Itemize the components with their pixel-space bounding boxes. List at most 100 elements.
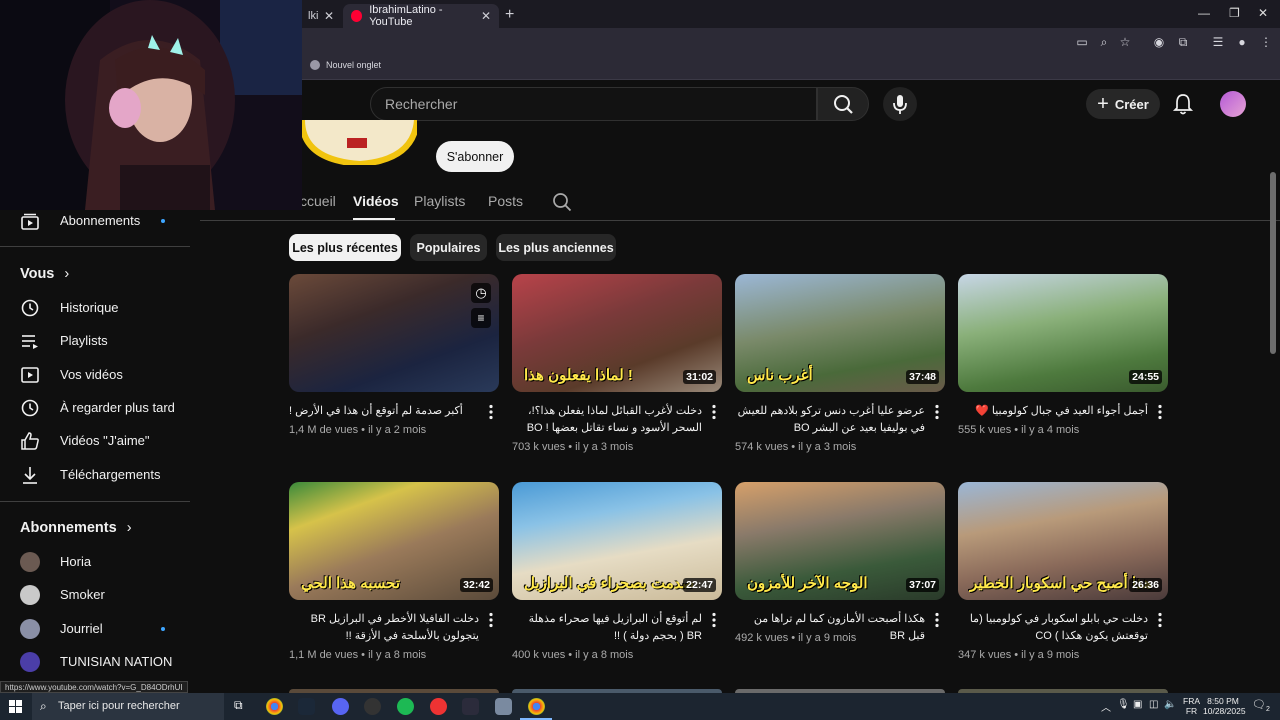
video-title[interactable]: عرضو عليا أغرب دنس تركو بلادهم للعيش في … [735, 403, 925, 437]
sidebar-item-history[interactable]: Historique [0, 291, 190, 324]
browser-tab[interactable]: lki ✕ [300, 4, 342, 28]
video-duration: 37:48 [906, 370, 939, 384]
watch-later-icon[interactable]: ◷ [471, 283, 491, 303]
video-thumbnail[interactable]: أغرب ناس 37:48 [735, 274, 945, 392]
extension-icon[interactable]: ◉ [1151, 34, 1167, 50]
browser-tab-active[interactable]: IbrahimLatino - YouTube ✕ [343, 4, 499, 28]
channel-search-icon[interactable] [552, 192, 572, 212]
steam-app-icon[interactable] [298, 698, 315, 715]
more-actions-icon[interactable] [710, 404, 718, 420]
sidebar-sub-smoker[interactable]: Smoker [0, 578, 190, 611]
account-avatar[interactable] [1220, 91, 1246, 117]
app-icon[interactable] [462, 698, 479, 715]
video-thumbnail[interactable]: ◷ ≡ [289, 274, 499, 392]
video-thumbnail[interactable]: الوجه الآخر للأمزون 37:07 [735, 482, 945, 600]
sidebar-item-liked-videos[interactable]: Vidéos "J'aime" [0, 424, 190, 457]
sidebar-subscriptions-header[interactable]: Abonnements › [20, 520, 132, 536]
sidebar-item-label: Historique [60, 300, 119, 315]
zoom-icon[interactable]: ⌕ [1096, 34, 1112, 50]
profile-icon[interactable]: ● [1234, 34, 1250, 50]
page-scrollbar[interactable] [1270, 172, 1276, 354]
more-actions-icon[interactable] [487, 404, 495, 420]
microphone-icon[interactable]: 🎙 [1117, 699, 1130, 710]
video-title[interactable]: دخلت لأغرب القبائل لماذا يفعلن هذا؟!، ال… [512, 403, 702, 437]
more-actions-icon[interactable] [1156, 404, 1164, 420]
network-icon[interactable]: ◫ [1149, 699, 1158, 710]
view-count: 555 k vues [958, 424, 1012, 436]
tab-posts[interactable]: Posts [488, 193, 523, 209]
voice-search-button[interactable] [883, 87, 917, 121]
chrome-app-icon-active[interactable] [528, 698, 545, 715]
sidebar-sub-horia[interactable]: Horia [0, 545, 190, 578]
add-to-queue-icon[interactable]: ≡ [471, 308, 491, 328]
record-app-icon[interactable] [430, 698, 447, 715]
more-actions-icon[interactable] [487, 612, 495, 628]
video-title[interactable]: أجمل أجواء العيد في جبال كولومبيا ❤️ [958, 403, 1148, 420]
taskbar-clock[interactable]: 8:50 PM 10/28/2025 [1203, 696, 1246, 716]
more-actions-icon[interactable] [1156, 612, 1164, 628]
sidebar-item-playlists[interactable]: Playlists [0, 324, 190, 357]
discord-app-icon[interactable] [332, 698, 349, 715]
obs-app-icon[interactable] [364, 698, 381, 715]
spotify-app-icon[interactable] [397, 698, 414, 715]
volume-icon[interactable]: 🔈 [1164, 699, 1176, 710]
extensions-puzzle-icon[interactable]: ⧉ [1175, 34, 1191, 50]
tab-playlists[interactable]: Playlists [414, 193, 465, 209]
sidebar-you-header[interactable]: Vous › [20, 266, 69, 282]
tray-chevron-up-icon[interactable]: ︿ [1101, 699, 1111, 714]
video-title[interactable]: أكبر صدمة لم أتوقع أن هذا في الأرض ! [289, 403, 479, 420]
chevron-right-icon: › [126, 520, 132, 536]
more-actions-icon[interactable] [933, 404, 941, 420]
task-view-icon[interactable]: ⧉ [234, 698, 243, 713]
link-status-url: https://www.youtube.com/watch?v=G_D84ODr… [0, 681, 188, 693]
create-button[interactable]: + Créer [1086, 89, 1160, 119]
sidebar-sub-jourriel[interactable]: Jourriel [0, 612, 190, 645]
sidebar-item-your-videos[interactable]: Vos vidéos [0, 358, 190, 391]
bookmark-new-tab[interactable]: Nouvel onglet [310, 60, 381, 70]
more-actions-icon[interactable] [710, 612, 718, 628]
chrome-app-icon[interactable] [266, 698, 283, 715]
file-explorer-icon[interactable] [495, 698, 512, 715]
video-meta: 703 k vues • il y a 3 mois [512, 441, 634, 453]
windows-start-icon[interactable] [9, 700, 22, 713]
video-thumbnail[interactable]: 24:55 [958, 274, 1168, 392]
chip-popular[interactable]: Populaires [410, 234, 487, 261]
browser-menu-icon[interactable]: ⋮ [1258, 34, 1274, 50]
bookmark-star-icon[interactable]: ☆ [1117, 34, 1133, 50]
taskbar-search-input[interactable]: Taper ici pour rechercher [32, 693, 224, 720]
search-input[interactable]: Rechercher [370, 87, 817, 121]
video-title[interactable]: دخلت الفافيلا الأخطر في البرازيل BR يتجو… [289, 611, 479, 645]
input-language[interactable]: FRA FR [1183, 696, 1200, 716]
reading-list-icon[interactable]: ☰ [1210, 34, 1226, 50]
upload-age: il y a 2 mois [368, 424, 427, 436]
sidebar-item-watch-later[interactable]: À regarder plus tard [0, 391, 190, 424]
restore-icon[interactable]: ❐ [1229, 6, 1240, 20]
chip-oldest[interactable]: Les plus anciennes [496, 234, 616, 261]
subscribe-button[interactable]: S'abonner [436, 141, 514, 172]
close-window-icon[interactable]: ✕ [1258, 6, 1268, 20]
tab-home[interactable]: ccueil [300, 193, 336, 209]
more-actions-icon[interactable] [933, 612, 941, 628]
new-tab-icon[interactable]: + [505, 6, 514, 24]
tab-videos[interactable]: Vidéos [353, 193, 399, 209]
video-title[interactable]: دخلت حي بابلو اسكوبار في كولومبيا (ما تو… [958, 611, 1148, 645]
video-meta: 492 k vues • il y a 9 mois [735, 632, 857, 644]
video-thumbnail[interactable]: لماذا يفعلون هذا ! 31:02 [512, 274, 722, 392]
chip-latest[interactable]: Les plus récentes [289, 234, 401, 261]
video-thumbnail[interactable]: تحسبه هذا الحي 32:42 [289, 482, 499, 600]
cast-icon[interactable]: ▭ [1074, 34, 1090, 50]
tab-close-icon[interactable]: ✕ [324, 9, 334, 23]
notifications-bell-icon[interactable] [1172, 92, 1194, 116]
tab-close-icon[interactable]: ✕ [481, 9, 491, 23]
search-button[interactable] [817, 87, 869, 121]
video-thumbnail[interactable]: صدمت بصحراء في البرازيل 22:47 [512, 482, 722, 600]
sidebar-sub-tunisian-nation[interactable]: TUNISIAN NATION [0, 645, 190, 678]
sidebar-item-label: Téléchargements [60, 467, 161, 482]
minimize-icon[interactable]: — [1198, 6, 1210, 20]
sidebar-item-downloads[interactable]: Téléchargements [0, 458, 190, 491]
video-title[interactable]: لم أتوقع أن البرازيل فيها صحراء مذهلة BR… [512, 611, 702, 645]
display-icon[interactable]: ▣ [1133, 699, 1142, 710]
notification-center-icon[interactable]: 🗨2 [1252, 698, 1270, 713]
video-thumbnail[interactable]: هذا أصبح حي اسكوبار الخطير 26:36 [958, 482, 1168, 600]
watch-later-icon [21, 399, 39, 416]
